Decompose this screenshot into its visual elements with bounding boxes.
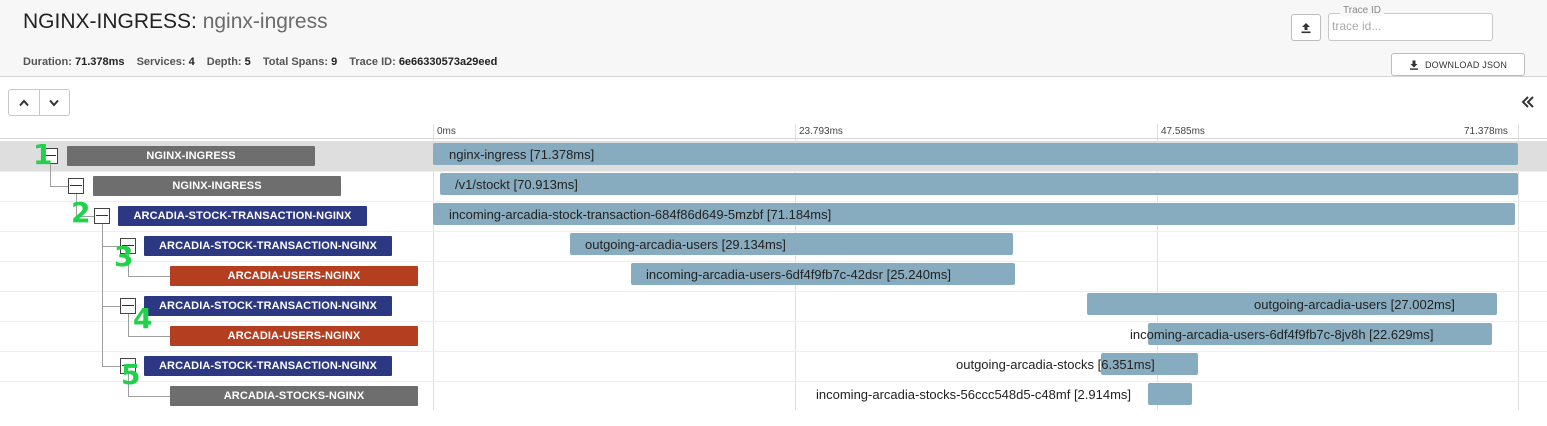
span-name: /v1/stockt [70.913ms] <box>455 176 578 192</box>
upload-icon <box>1301 22 1311 33</box>
timeline-tick-label: 71.378ms <box>1464 126 1508 137</box>
span-name: incoming-arcadia-users-6df4f9fb7c-42dsr … <box>646 266 951 282</box>
row-divider <box>0 291 1547 292</box>
service-label[interactable]: ARCADIA-USERS-NGINX <box>170 266 418 286</box>
double-chevron-left-icon <box>1521 96 1534 108</box>
row-divider <box>0 231 1547 232</box>
annotation-marker: 4 <box>133 302 153 335</box>
span-name: incoming-arcadia-stocks-56ccc548d5-c48mf… <box>816 386 1132 402</box>
span-name: outgoing-arcadia-stocks [6.351ms] <box>956 356 1155 372</box>
timeline-tick-label: 0ms <box>437 126 456 137</box>
tree-connector <box>128 276 170 277</box>
span-name: incoming-arcadia-stock-transaction-684f8… <box>449 206 832 222</box>
span-navigation <box>8 89 70 116</box>
tree-connector <box>128 336 170 337</box>
depth-value: 5 <box>244 56 251 68</box>
collapse-toggle[interactable] <box>68 178 84 194</box>
service-label[interactable]: NGINX-INGRESS <box>93 176 341 196</box>
page-title: NGINX-INGRESS: nginx-ingress <box>23 10 328 33</box>
tree-connector <box>128 314 129 337</box>
row-divider <box>0 261 1547 262</box>
annotation-marker: 1 <box>33 138 53 171</box>
download-json-label: DOWNLOAD JSON <box>1424 59 1508 70</box>
timeline-tick-label: 23.793ms <box>799 126 843 137</box>
row-divider <box>0 381 1547 382</box>
service-label[interactable]: ARCADIA-STOCK-TRANSACTION-NGINX <box>118 206 367 226</box>
annotation-marker: 2 <box>71 196 91 229</box>
service-label[interactable]: ARCADIA-STOCK-TRANSACTION-NGINX <box>144 296 392 316</box>
annotation-marker: 5 <box>121 358 141 391</box>
trace-id-label: Trace ID: <box>349 56 396 68</box>
root-operation-name: nginx-ingress <box>202 10 328 33</box>
service-label[interactable]: ARCADIA-USERS-NGINX <box>170 326 418 346</box>
trace-id-search-label: Trace ID <box>1340 5 1384 16</box>
span-bar[interactable] <box>1148 383 1192 405</box>
service-label[interactable]: ARCADIA-STOCK-TRANSACTION-NGINX <box>144 356 392 376</box>
duration-value: 71.378ms <box>74 56 125 68</box>
row-divider <box>0 321 1547 322</box>
trace-id-search-input[interactable] <box>1332 19 1487 33</box>
upload-button[interactable] <box>1291 14 1321 41</box>
root-service-name: NGINX-INGRESS <box>23 10 192 33</box>
span-name: outgoing-arcadia-users [29.134ms] <box>585 236 786 252</box>
span-bar[interactable] <box>440 173 1518 195</box>
duration-label: Duration: <box>23 56 72 68</box>
annotation-marker: 3 <box>114 240 134 273</box>
download-icon <box>1409 60 1418 70</box>
collapse-toggle[interactable] <box>94 208 110 224</box>
span-bar[interactable] <box>433 143 1518 165</box>
service-label[interactable]: ARCADIA-STOCKS-NGINX <box>170 386 418 406</box>
row-divider <box>0 351 1547 352</box>
trace-summary: Duration: 71.378ms Services: 4 Depth: 5 … <box>23 56 506 68</box>
row-divider <box>0 171 1547 172</box>
previous-span-button[interactable] <box>9 90 39 115</box>
depth-label: Depth: <box>206 56 242 68</box>
service-label[interactable]: NGINX-INGRESS <box>67 146 315 166</box>
span-name: incoming-arcadia-users-6df4f9fb7c-8jv8h … <box>1130 326 1434 342</box>
next-span-button[interactable] <box>38 90 69 115</box>
collapse-panel-button[interactable] <box>1518 92 1538 112</box>
tree-connector <box>50 186 68 187</box>
timeline-tick-label: 47.585ms <box>1161 126 1205 137</box>
timeline-header-divider <box>0 138 1547 139</box>
services-label: Services: <box>136 56 186 68</box>
total-spans-value: 9 <box>331 56 338 68</box>
chevron-down-icon <box>49 99 60 107</box>
tree-connector <box>128 396 170 397</box>
services-value: 4 <box>188 56 195 68</box>
tree-connector <box>102 366 120 367</box>
row-divider <box>0 201 1547 202</box>
download-json-button[interactable]: DOWNLOAD JSON <box>1391 53 1525 76</box>
span-name: nginx-ingress [71.378ms] <box>449 146 595 162</box>
span-name: outgoing-arcadia-users [27.002ms] <box>1254 296 1455 312</box>
total-spans-label: Total Spans: <box>262 56 329 68</box>
chevron-up-icon <box>19 98 29 106</box>
tree-connector <box>102 306 120 307</box>
trace-header: NGINX-INGRESS: nginx-ingress Duration: 7… <box>0 0 1547 77</box>
trace-id-value: 6e66330573a29eed <box>398 56 498 68</box>
service-label[interactable]: ARCADIA-STOCK-TRANSACTION-NGINX <box>144 236 392 256</box>
